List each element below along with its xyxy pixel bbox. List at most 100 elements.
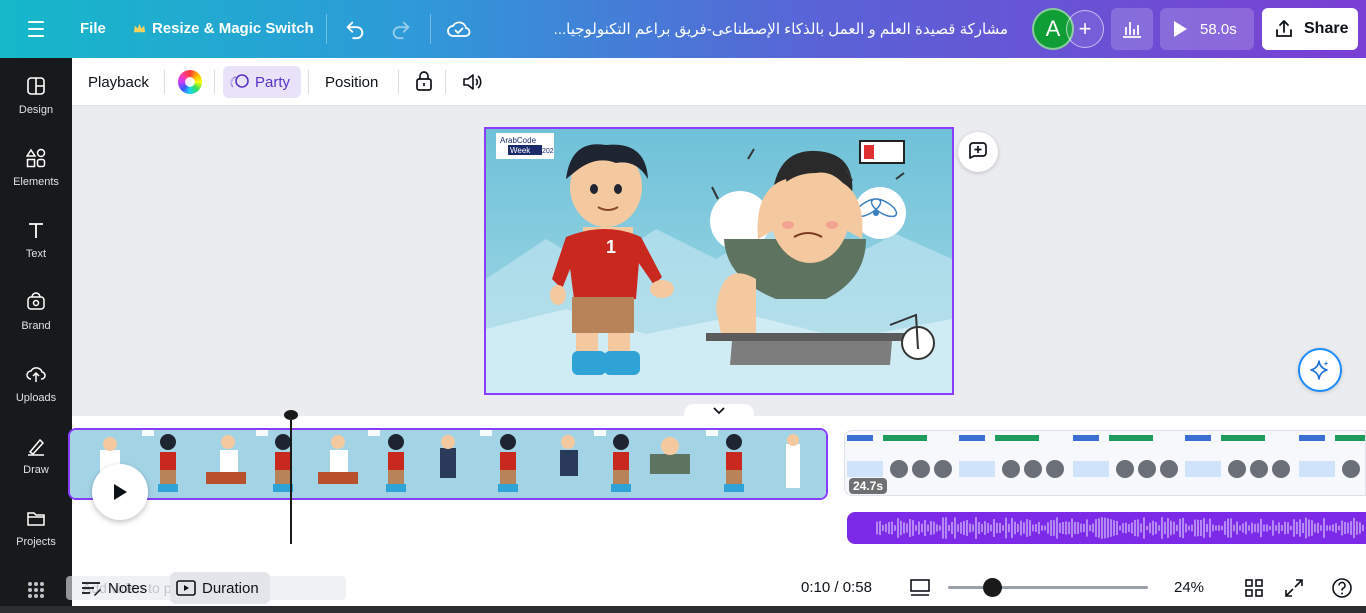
zoom-slider-track[interactable] <box>948 586 1148 589</box>
grid-view-icon[interactable] <box>1243 577 1265 599</box>
projects-icon <box>27 512 45 526</box>
sidebar-item-elements[interactable]: Elements <box>0 148 72 208</box>
sidebar-item-label: Projects <box>16 536 56 548</box>
resize-button[interactable]: Resize & Magic Switch <box>133 20 314 37</box>
present-button[interactable]: 58.0s <box>1160 8 1254 50</box>
sidebar-item-text[interactable]: Text <box>0 220 72 280</box>
sidebar-item-projects[interactable]: Projects <box>0 508 72 568</box>
volume-icon[interactable] <box>461 71 483 93</box>
insights-button[interactable] <box>1111 8 1153 50</box>
timecode: 0:10 / 0:58 <box>801 579 872 596</box>
sidebar-item-label: Brand <box>21 320 51 332</box>
position-button[interactable]: Position <box>325 74 378 91</box>
comment-plus-icon <box>969 142 987 159</box>
sidebar-item-label: Elements <box>13 176 59 188</box>
present-time: 58.0s <box>1200 20 1237 38</box>
divider <box>308 70 309 94</box>
os-taskbar <box>0 606 1366 613</box>
add-comment-button[interactable] <box>958 132 998 172</box>
share-icon <box>1276 20 1292 37</box>
fullscreen-icon[interactable] <box>1283 577 1305 599</box>
share-button[interactable]: Share <box>1262 8 1358 50</box>
lock-icon[interactable] <box>415 70 433 92</box>
sidebar-item-brand[interactable]: Brand <box>0 292 72 352</box>
design-icon <box>27 77 45 95</box>
time-separator: / <box>834 579 839 596</box>
page-view-icon[interactable] <box>909 577 931 599</box>
brand-icon <box>27 292 45 310</box>
timeline-page-2[interactable] <box>844 430 1366 496</box>
apps-grid-icon[interactable] <box>26 580 46 600</box>
design-page[interactable]: ArabCode Week 202 1 <box>484 127 954 395</box>
page-2-thumbnails <box>845 431 1365 495</box>
sidebar-item-label: Uploads <box>15 392 57 404</box>
duration-play-icon <box>176 580 196 596</box>
top-header: File Resize & Magic Switch مشاركة قصيدة … <box>0 0 1366 58</box>
draw-icon <box>28 438 45 456</box>
zoom-level[interactable]: 24% <box>1174 579 1204 596</box>
bar-chart-icon <box>1123 22 1141 38</box>
redo-icon[interactable] <box>386 14 416 44</box>
uploads-icon <box>26 367 46 382</box>
party-animation-button[interactable]: Party <box>223 66 301 98</box>
timeline-playhead[interactable] <box>290 414 292 544</box>
page-2-duration-badge: 24.7s <box>849 478 888 494</box>
crown-icon <box>133 23 146 33</box>
logo-text-2: Week <box>510 146 531 155</box>
sparkle-icon <box>1310 360 1329 380</box>
share-label: Share <box>1304 20 1349 37</box>
document-title[interactable]: مشاركة قصيدة العلم و العمل بالذكاء الإصط… <box>554 20 1008 38</box>
notes-label: Notes <box>108 579 148 597</box>
undo-icon[interactable] <box>340 14 370 44</box>
editor-app: File Resize & Magic Switch مشاركة قصيدة … <box>0 0 1366 613</box>
sidebar-item-design[interactable]: Design <box>0 76 72 136</box>
elements-icon <box>26 148 46 168</box>
help-icon[interactable] <box>1331 577 1353 599</box>
collapse-timeline-button[interactable] <box>684 404 754 418</box>
sidebar-item-label: Draw <box>23 464 49 476</box>
divider <box>164 70 165 94</box>
file-menu[interactable]: File <box>80 20 106 37</box>
divider <box>398 70 399 94</box>
magic-assistant-button[interactable] <box>1298 348 1342 392</box>
shirt-number: 1 <box>606 237 616 257</box>
logo-text-3: 202 <box>542 148 554 155</box>
divider <box>445 70 446 94</box>
text-icon <box>29 223 43 238</box>
notes-icon <box>82 582 101 596</box>
playhead-handle[interactable] <box>284 410 298 420</box>
playback-button[interactable]: Playback <box>88 74 149 91</box>
audio-waveform <box>876 517 1364 539</box>
menu-icon[interactable] <box>20 17 52 41</box>
cloud-saved-icon[interactable] <box>444 14 474 44</box>
sidebar-item-label: Text <box>25 248 47 260</box>
timeline-page-1[interactable] <box>68 428 828 500</box>
resize-label: Resize & Magic Switch <box>152 20 314 37</box>
time-current: 0:10 <box>801 579 831 596</box>
sidebar-item-label: Design <box>18 104 54 116</box>
logo-text-1: ArabCode <box>500 136 537 145</box>
chevron-down-icon <box>713 407 725 415</box>
time-total: 0:58 <box>842 579 872 596</box>
sidebar-item-draw[interactable]: Draw <box>0 436 72 496</box>
duration-label: Duration <box>202 579 259 597</box>
context-toolbar: Playback Party Position <box>72 58 1366 106</box>
sidebar-item-uploads[interactable]: Uploads <box>0 364 72 424</box>
timeline-play-button[interactable] <box>92 464 148 520</box>
play-icon <box>114 484 127 500</box>
party-label: Party <box>255 73 291 91</box>
left-sidebar: Design Elements Text Brand Uploads Draw … <box>0 58 72 613</box>
page-1-thumbnails <box>70 430 826 498</box>
divider <box>430 14 431 44</box>
play-icon <box>1174 21 1187 37</box>
duration-button[interactable]: Duration <box>170 572 270 604</box>
divider <box>326 14 327 44</box>
zoom-slider-handle[interactable] <box>983 578 1002 597</box>
scene-illustration: ArabCode Week 202 1 <box>486 129 952 393</box>
color-picker-icon[interactable] <box>178 70 202 94</box>
thumbnail-strip <box>70 430 826 498</box>
divider <box>214 70 215 94</box>
audio-track[interactable] <box>847 512 1366 544</box>
notes-button[interactable]: Notes <box>80 576 147 600</box>
add-collaborator-button[interactable]: + <box>1066 10 1104 48</box>
